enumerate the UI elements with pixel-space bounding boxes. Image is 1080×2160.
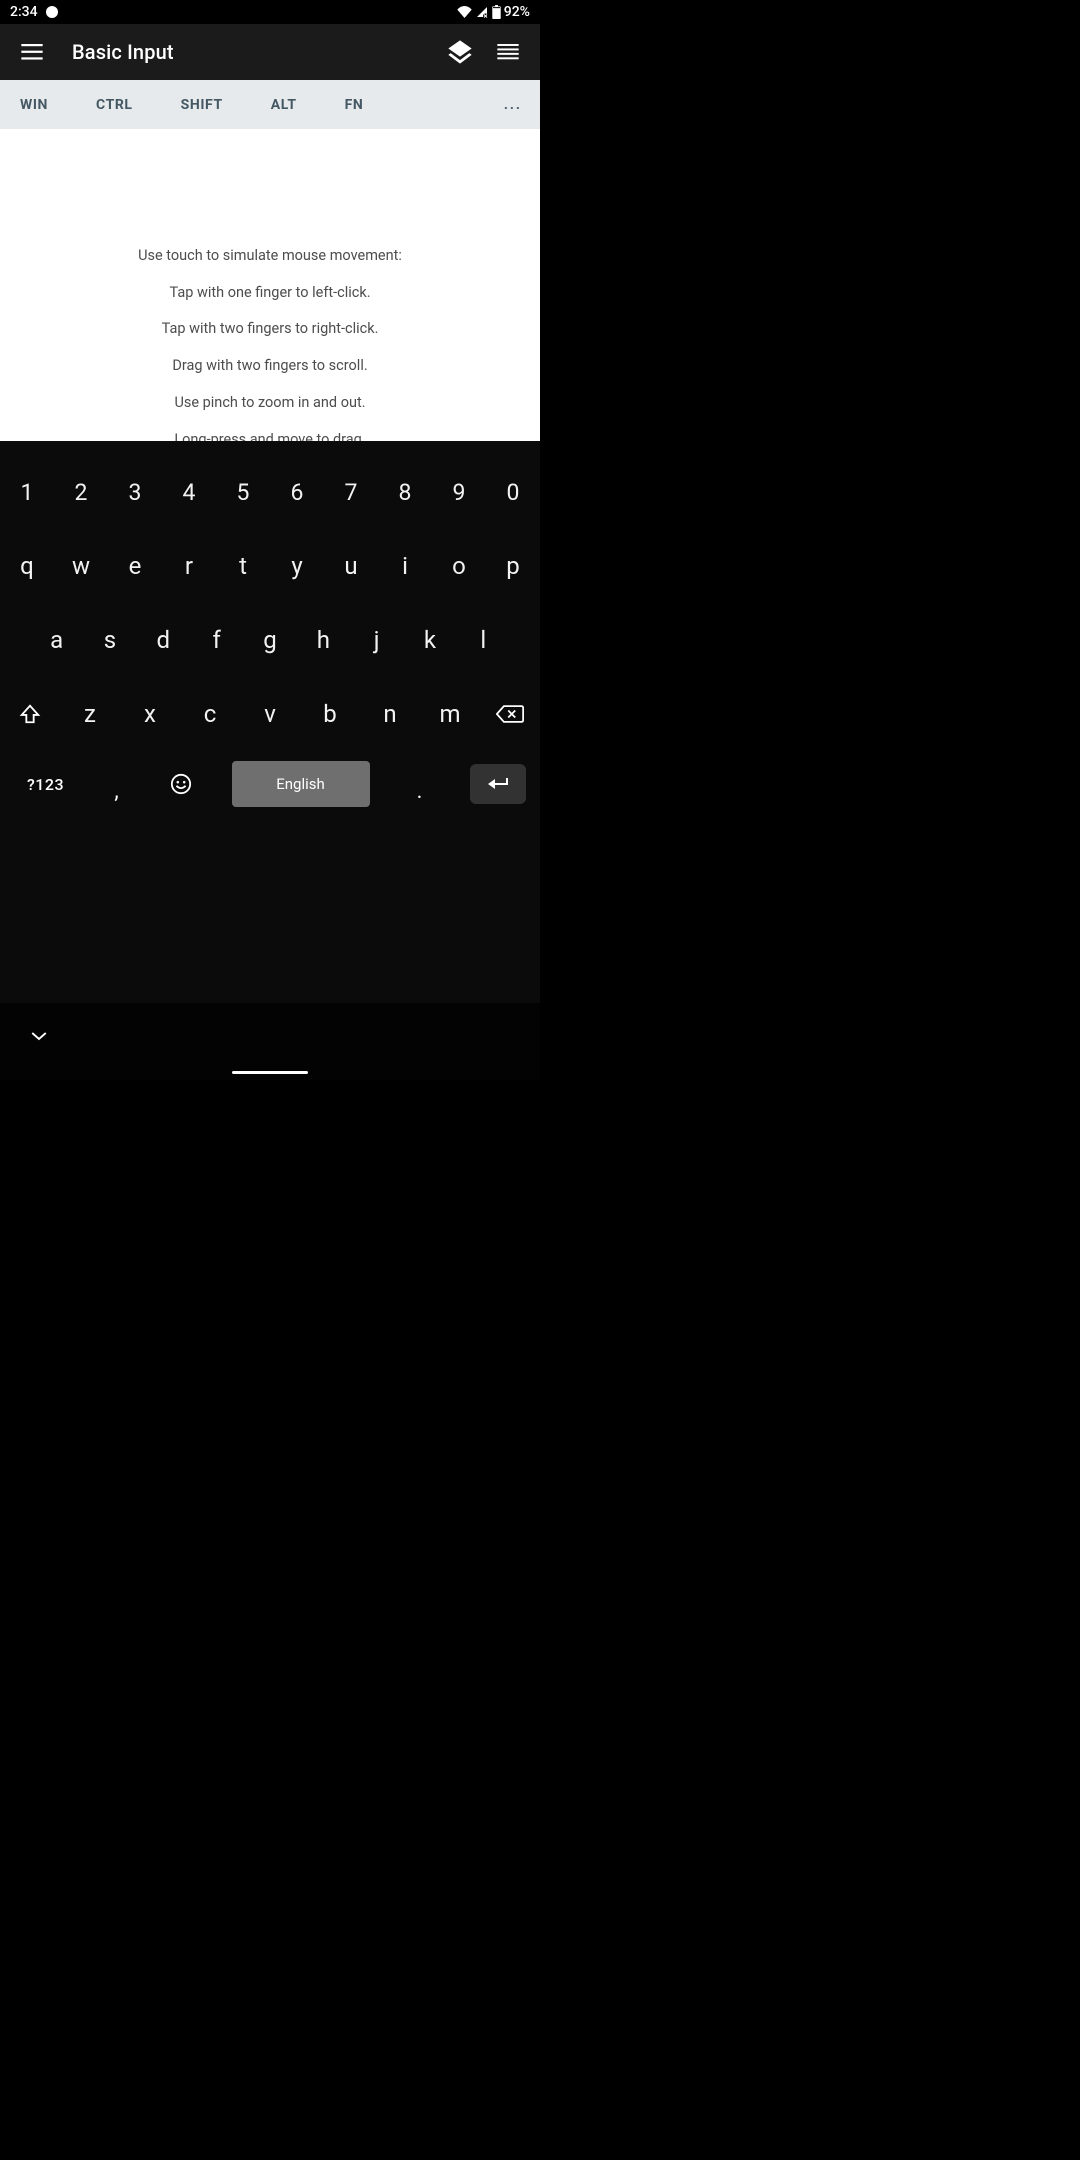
key-7[interactable]: 7 <box>324 479 378 506</box>
key-w[interactable]: w <box>54 552 108 580</box>
key-5[interactable]: 5 <box>216 479 270 506</box>
key-z[interactable]: z <box>60 700 120 728</box>
backspace-icon <box>496 703 524 725</box>
key-b[interactable]: b <box>300 700 360 728</box>
key-shift[interactable] <box>0 702 60 726</box>
key-8[interactable]: 8 <box>378 479 432 506</box>
key-symbols[interactable]: ?123 <box>15 761 77 807</box>
key-3[interactable]: 3 <box>108 479 162 506</box>
overflow-menu-button[interactable] <box>484 28 532 76</box>
key-emoji[interactable] <box>157 761 205 807</box>
key-t[interactable]: t <box>216 552 270 580</box>
instruction-line: Tap with two fingers to right-click. <box>162 320 379 339</box>
key-r[interactable]: r <box>162 552 216 580</box>
key-d[interactable]: d <box>137 626 190 654</box>
cellular-signal-icon <box>475 6 489 18</box>
modkey-win[interactable]: WIN <box>0 97 72 113</box>
key-u[interactable]: u <box>324 552 378 580</box>
touchpad-area[interactable]: Use touch to simulate mouse movement: Ta… <box>0 129 540 441</box>
hamburger-icon <box>21 44 43 60</box>
modifier-key-row: WIN CTRL SHIFT ALT FN ... <box>0 80 540 129</box>
key-e[interactable]: e <box>108 552 162 580</box>
chevron-down-icon <box>30 1030 48 1042</box>
key-2[interactable]: 2 <box>54 479 108 506</box>
instruction-line: Drag with two fingers to scroll. <box>172 357 367 376</box>
key-row-mid: a s d f g h j k l <box>0 603 540 677</box>
modkey-ctrl[interactable]: CTRL <box>72 97 157 113</box>
instruction-line: Use pinch to zoom in and out. <box>174 394 365 413</box>
key-i[interactable]: i <box>378 552 432 580</box>
layers-icon <box>446 38 474 66</box>
page-title: Basic Input <box>72 40 174 64</box>
enter-icon <box>486 775 510 793</box>
key-row-numbers: 1 2 3 4 5 6 7 8 9 0 <box>0 455 540 529</box>
key-9[interactable]: 9 <box>432 479 486 506</box>
key-a[interactable]: a <box>30 626 83 654</box>
soft-keyboard: 1 2 3 4 5 6 7 8 9 0 q w e r t y u i o p … <box>0 441 540 1003</box>
instruction-line: Long-press and move to drag. <box>174 431 365 441</box>
key-row-bot: z x c v b n m <box>0 677 540 751</box>
battery-icon <box>492 5 501 19</box>
app-bar: Basic Input <box>0 24 540 80</box>
key-j[interactable]: j <box>350 626 403 654</box>
gesture-pill[interactable] <box>232 1071 308 1074</box>
keyboard-hide-button[interactable] <box>30 1027 48 1046</box>
android-statusbar: 2:34 92% <box>0 0 540 24</box>
shift-icon <box>19 702 41 726</box>
key-l[interactable]: l <box>457 626 510 654</box>
key-c[interactable]: c <box>180 700 240 728</box>
wifi-icon <box>457 6 472 18</box>
key-1[interactable]: 1 <box>0 479 54 506</box>
notification-dot-icon <box>46 6 58 18</box>
key-h[interactable]: h <box>297 626 350 654</box>
key-6[interactable]: 6 <box>270 479 324 506</box>
modkey-more[interactable]: ... <box>494 97 540 113</box>
statusbar-clock: 2:34 <box>10 4 38 20</box>
key-g[interactable]: g <box>243 626 296 654</box>
key-v[interactable]: v <box>240 700 300 728</box>
menu-icon <box>497 44 519 60</box>
key-k[interactable]: k <box>403 626 456 654</box>
key-0[interactable]: 0 <box>486 479 540 506</box>
modkey-fn[interactable]: FN <box>321 97 388 113</box>
key-n[interactable]: n <box>360 700 420 728</box>
key-q[interactable]: q <box>0 552 54 580</box>
key-p[interactable]: p <box>486 552 540 580</box>
battery-percent: 92% <box>504 4 530 20</box>
key-x[interactable]: x <box>120 700 180 728</box>
key-s[interactable]: s <box>83 626 136 654</box>
key-spacebar[interactable]: English <box>232 761 370 807</box>
key-comma[interactable]: , <box>94 761 140 807</box>
key-row-space: ?123 , English . <box>0 751 540 817</box>
key-f[interactable]: f <box>190 626 243 654</box>
key-y[interactable]: y <box>270 552 324 580</box>
layers-button[interactable] <box>436 28 484 76</box>
instruction-line: Tap with one finger to left-click. <box>169 284 370 303</box>
system-nav-bar <box>0 1003 540 1080</box>
key-4[interactable]: 4 <box>162 479 216 506</box>
key-backspace[interactable] <box>480 703 540 725</box>
instruction-line: Use touch to simulate mouse movement: <box>138 247 402 266</box>
key-enter[interactable] <box>470 764 526 804</box>
nav-drawer-button[interactable] <box>8 28 56 76</box>
key-row-top: q w e r t y u i o p <box>0 529 540 603</box>
key-o[interactable]: o <box>432 552 486 580</box>
modkey-shift[interactable]: SHIFT <box>157 97 247 113</box>
emoji-icon <box>170 773 192 795</box>
key-period[interactable]: . <box>397 761 443 807</box>
modkey-alt[interactable]: ALT <box>247 97 321 113</box>
key-m[interactable]: m <box>420 700 480 728</box>
